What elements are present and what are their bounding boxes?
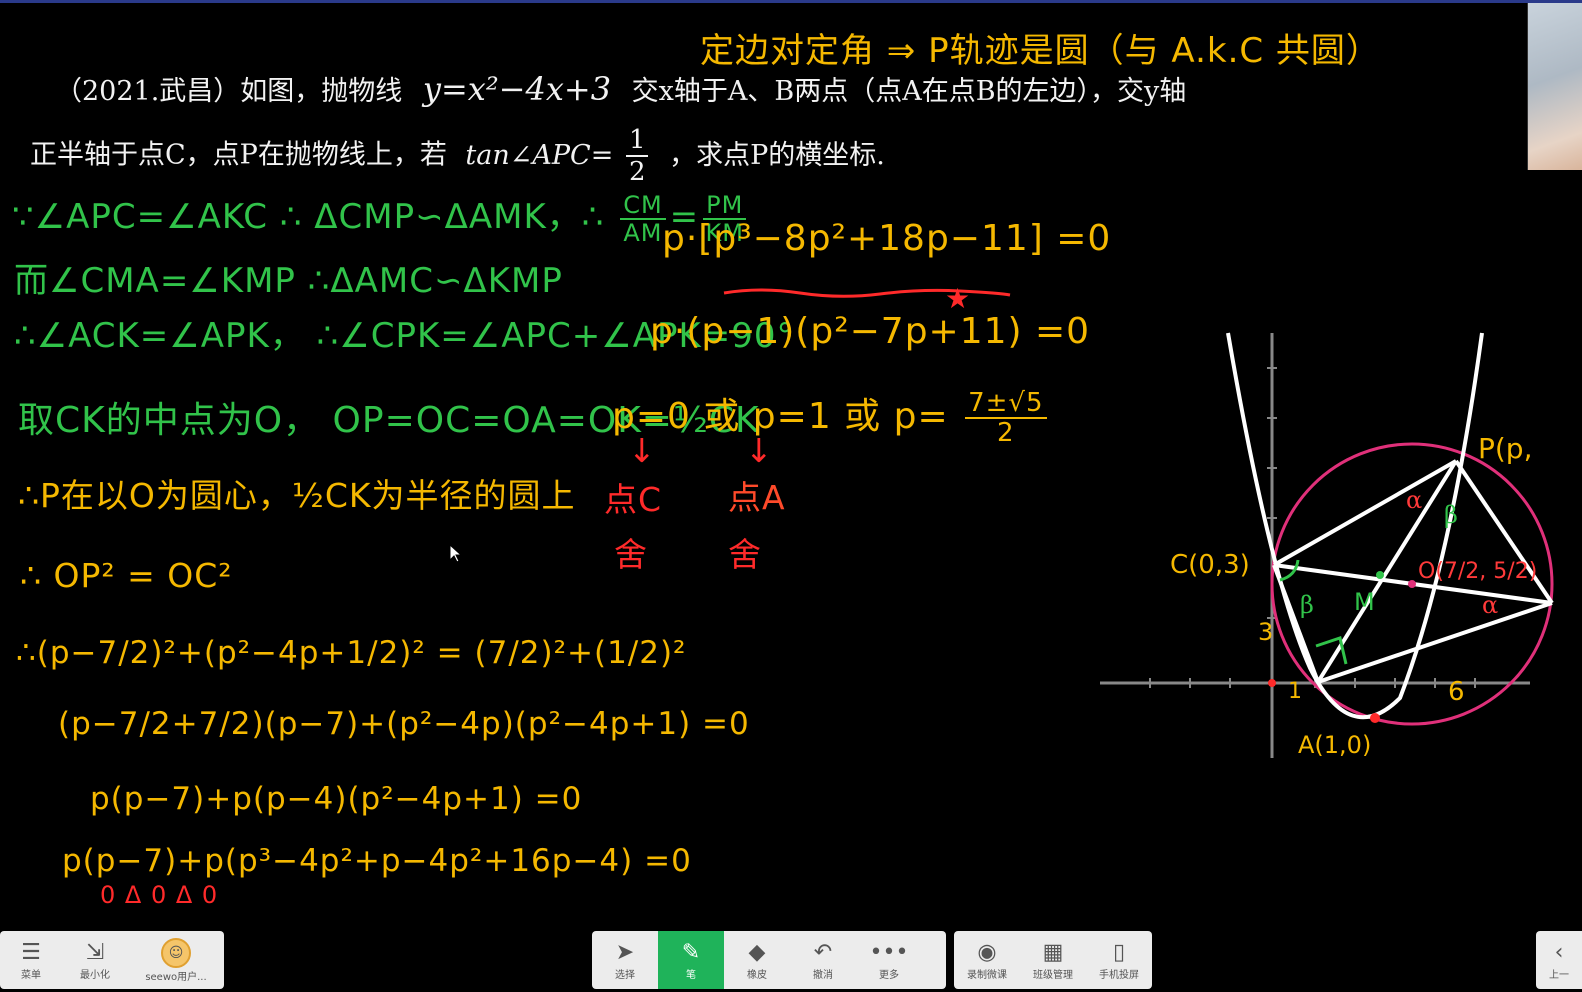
phone-cast-button[interactable]: ▯ 手机投屏 (1086, 931, 1152, 989)
bottom-toolbar: ☰ 菜单 ⇲ 最小化 ☺ seewo用户... ➤ 选择 ✎ 笔 ◆ 橡皮 ↶ … (0, 929, 1582, 992)
toolbar-far-right-group: ‹ 上一 (1536, 931, 1582, 989)
problem-line-2: 正半轴于点C，点P在抛物线上，若 tan∠APC= 1 2 ，求点P的横坐标. (30, 125, 885, 187)
note-mid-2: p·(p−1)(p²−7p+11) =0 (650, 311, 1091, 352)
label-o: O(7/2, 5/2) (1418, 559, 1537, 584)
note-mid-3: p=0 或 p=1 或 p= 7±√5 2 (612, 387, 1051, 447)
parabola-circle-diagram: C(0,3) A(1,0) O(7/2, 5/2) P(p, 3 1 6 α α… (1100, 332, 1554, 759)
note-discard-2: 舍 (728, 535, 762, 574)
note-yellow-6: p(p−7)+p(p³−4p²+p−4p²+16p−4) =0 (62, 843, 692, 879)
problem-prefix: （2021.武昌）如图，抛物线 (55, 76, 403, 107)
svg-text:★: ★ (945, 283, 970, 313)
user-button[interactable]: ☺ seewo用户... (128, 931, 224, 989)
chevron-left-icon: ‹ (1554, 939, 1564, 965)
minimize-button[interactable]: ⇲ 最小化 (62, 931, 128, 989)
note-yellow-3: ∴(p−7/2)²+(p²−4p+1/2)² = (7/2)²+(1/2)² (16, 635, 687, 671)
record-icon: ◉ (977, 939, 997, 965)
note-green-1: ∵∠APC=∠AKC ∴ ΔCMP∽ΔAMK，∴ CM AM = PM KM (12, 189, 750, 246)
label-p: P(p, (1478, 432, 1532, 465)
label-alpha-1: α (1406, 486, 1422, 514)
note-mid-frac: 7±√5 2 (965, 389, 1047, 447)
note-top-right: 定边对定角 ⇒ P轨迹是圆（与 A.k.C 共圆） (700, 31, 1381, 71)
avatar-icon: ☺ (161, 937, 191, 968)
select-tool-button[interactable]: ➤ 选择 (592, 931, 658, 989)
more-icon: ••• (869, 939, 909, 965)
more-button[interactable]: ••• 更多 (856, 931, 922, 989)
note-yellow-4: (p−7/2+7/2)(p−7)+(p²−4p)(p²−4p+1) =0 (58, 706, 750, 742)
label-6: 6 (1448, 677, 1465, 707)
minimize-icon: ⇲ (85, 939, 105, 965)
pen-icon: ✎ (681, 939, 701, 965)
toolbar-left-group: ☰ 菜单 ⇲ 最小化 ☺ seewo用户... (0, 931, 224, 989)
record-lesson-button[interactable]: ◉ 录制微课 (954, 931, 1020, 989)
note-mid-1: p·[p³−8p²+18p−11] =0 (662, 218, 1112, 259)
label-beta-2: β (1300, 591, 1314, 619)
webcam-preview[interactable] (1527, 3, 1582, 170)
problem-fraction: 1 2 (625, 125, 649, 187)
problem-line2-prefix: 正半轴于点C，点P在抛物线上，若 (30, 139, 447, 171)
label-m: M (1354, 588, 1375, 616)
toolbar-center-group: ➤ 选择 ✎ 笔 ◆ 橡皮 ↶ 撤消 ••• 更多 (592, 931, 946, 989)
menu-icon: ☰ (21, 939, 41, 965)
cursor-icon: ➤ (615, 939, 635, 965)
menu-button[interactable]: ☰ 菜单 (0, 931, 62, 989)
problem-line2-suffix: ，求点P的横坐标. (669, 139, 885, 171)
mouse-cursor-icon (449, 544, 463, 563)
problem-equation: y=x²−4x+3 (422, 70, 612, 108)
whiteboard-canvas[interactable]: （2021.武昌）如图，抛物线 y=x²−4x+3 交x轴于A、B两点（点A在点… (0, 0, 1582, 989)
red-wavy-underline: ★ (723, 283, 1011, 313)
note-green-frac-1: CM AM (620, 192, 666, 246)
class-management-button[interactable]: ▦ 班级管理 (1020, 931, 1086, 989)
toolbar-right-group: ◉ 录制微课 ▦ 班级管理 ▯ 手机投屏 (954, 931, 1152, 989)
problem-tan-expression: tan∠APC= (465, 139, 614, 171)
phone-icon: ▯ (1112, 939, 1126, 965)
note-green-2: 而∠CMA=∠KMP ∴ΔAMC∽ΔKMP (14, 261, 563, 301)
problem-suffix: 交x轴于A、B两点（点A在点B的左边），交y轴 (631, 76, 1187, 107)
undo-button[interactable]: ↶ 撤消 (790, 931, 856, 989)
label-a: A(1,0) (1298, 731, 1371, 759)
note-yellow-2: ∴ OP² = OC² (20, 556, 233, 595)
arrow-down-1: ↓ (628, 431, 657, 470)
label-alpha-2: α (1482, 591, 1498, 619)
eraser-icon: ◆ (748, 939, 766, 965)
note-point-a: 点A (728, 478, 786, 517)
note-discard-1: 舍 (614, 535, 648, 574)
class-icon: ▦ (1042, 939, 1064, 965)
undo-icon: ↶ (813, 939, 833, 965)
previous-page-button[interactable]: ‹ 上一 (1536, 931, 1582, 989)
note-yellow-1: ∴P在以O为圆心，½CK为半径的圆上 (18, 476, 576, 515)
arrow-down-2: ↓ (745, 431, 774, 470)
label-1: 1 (1288, 679, 1302, 704)
label-beta-1: β (1444, 501, 1458, 529)
note-red-marks: 0 Δ 0 Δ 0 (100, 881, 219, 909)
note-yellow-5: p(p−7)+p(p−4)(p²−4p+1) =0 (90, 781, 583, 817)
note-point-c: 点C (604, 480, 663, 519)
label-c: C(0,3) (1170, 550, 1250, 580)
problem-line-1: （2021.武昌）如图，抛物线 y=x²−4x+3 交x轴于A、B两点（点A在点… (55, 69, 1186, 108)
label-3: 3 (1258, 618, 1273, 646)
eraser-tool-button[interactable]: ◆ 橡皮 (724, 931, 790, 989)
pen-tool-button[interactable]: ✎ 笔 (658, 931, 724, 989)
